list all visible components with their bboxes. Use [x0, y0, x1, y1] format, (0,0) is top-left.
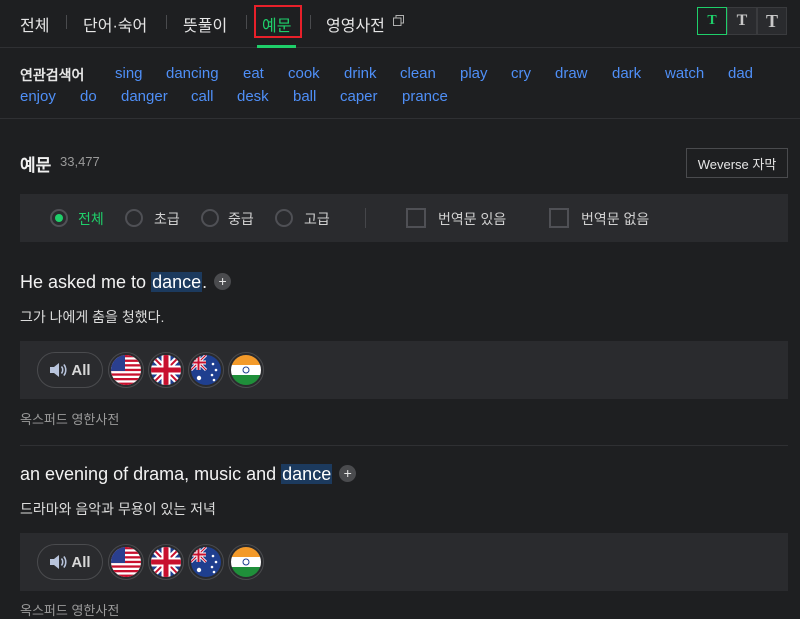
examples-title: 예문: [20, 156, 52, 175]
example-filter-bar: 전체 초급 중급 고급 번역문 있음 번역문 없음: [20, 194, 788, 242]
india-flag-icon[interactable]: [228, 352, 264, 388]
level-intermediate-radio[interactable]: [201, 209, 219, 227]
has-translation-checkbox[interactable]: [406, 208, 426, 228]
copy-icon[interactable]: [393, 15, 404, 26]
no-translation-label[interactable]: 번역문 없음: [581, 209, 649, 229]
tab-separator: [66, 15, 67, 29]
uk-flag-icon[interactable]: [148, 352, 184, 388]
font-size-large-button[interactable]: T: [757, 7, 787, 35]
level-all-radio[interactable]: [50, 209, 68, 227]
weverse-subtitle-button[interactable]: Weverse 자막: [686, 148, 788, 178]
us-flag-icon[interactable]: [108, 352, 144, 388]
highlighted-word[interactable]: dance: [281, 464, 333, 484]
related-keyword[interactable]: draw: [555, 65, 588, 82]
australia-flag-icon[interactable]: [188, 352, 224, 388]
related-keyword[interactable]: enjoy: [20, 88, 56, 105]
font-size-small-button[interactable]: T: [697, 7, 727, 35]
example-source: 옥스퍼드 영한사전: [20, 412, 120, 427]
australia-flag-icon[interactable]: [188, 544, 224, 580]
example-translation: 그가 나에게 춤을 청했다.: [20, 309, 165, 325]
related-keyword[interactable]: sing: [115, 65, 143, 82]
example-text: He asked me to: [20, 272, 152, 292]
related-keyword[interactable]: drink: [344, 65, 377, 82]
level-all-label[interactable]: 전체: [78, 209, 104, 229]
level-beginner-label[interactable]: 초급: [154, 209, 180, 229]
related-keyword[interactable]: dark: [612, 65, 641, 82]
related-keyword[interactable]: clean: [400, 65, 436, 82]
related-keyword[interactable]: watch: [665, 65, 704, 82]
tab-words-idioms[interactable]: 단어·숙어: [83, 12, 147, 36]
related-keyword[interactable]: ball: [293, 88, 316, 105]
pronunciation-bar: All: [20, 533, 788, 591]
related-keyword[interactable]: dancing: [166, 65, 219, 82]
speaker-icon: [50, 555, 67, 569]
example-sentence: an evening of drama, music and dance +: [20, 464, 357, 485]
active-tab-underline: [257, 45, 296, 48]
plus-icon[interactable]: +: [339, 464, 357, 482]
play-all-button[interactable]: All: [37, 544, 103, 580]
tab-all[interactable]: 전체: [20, 12, 49, 36]
search-tabs: 전체 단어·숙어 뜻풀이 예문 영영사전 T T T: [0, 0, 800, 48]
example-text: .: [202, 272, 208, 292]
related-keyword[interactable]: desk: [237, 88, 269, 105]
no-translation-checkbox[interactable]: [549, 208, 569, 228]
level-advanced-radio[interactable]: [275, 209, 293, 227]
related-keyword[interactable]: danger: [121, 88, 168, 105]
tab-separator: [166, 15, 167, 29]
plus-icon[interactable]: +: [214, 272, 232, 290]
play-all-label: All: [71, 553, 91, 571]
related-keyword[interactable]: caper: [340, 88, 378, 105]
related-keyword[interactable]: do: [80, 88, 97, 105]
play-all-button[interactable]: All: [37, 352, 103, 388]
related-keyword[interactable]: eat: [243, 65, 264, 82]
example-text: an evening of drama, music and: [20, 464, 282, 484]
level-intermediate-label[interactable]: 중급: [228, 209, 254, 229]
related-keyword[interactable]: dad: [728, 65, 753, 82]
examples-count: 33,477: [60, 154, 100, 169]
tab-separator: [310, 15, 311, 29]
has-translation-label[interactable]: 번역문 있음: [438, 209, 506, 229]
tab-meaning[interactable]: 뜻풀이: [183, 12, 227, 36]
font-size-toggle: T T T: [697, 7, 787, 35]
related-keyword[interactable]: cook: [288, 65, 320, 82]
highlighted-word[interactable]: dance: [151, 272, 203, 292]
related-keyword[interactable]: play: [460, 65, 488, 82]
section-divider: [0, 118, 800, 119]
play-all-label: All: [71, 361, 91, 379]
filter-separator: [365, 208, 366, 228]
related-keyword[interactable]: cry: [511, 65, 531, 82]
example-translation: 드라마와 음악과 무용이 있는 저녁: [20, 501, 216, 517]
tab-english-english[interactable]: 영영사전: [326, 12, 385, 36]
related-keyword[interactable]: prance: [402, 88, 448, 105]
uk-flag-icon[interactable]: [148, 544, 184, 580]
level-advanced-label[interactable]: 고급: [304, 209, 330, 229]
active-tab-highlight: [254, 5, 302, 38]
speaker-icon: [50, 363, 67, 377]
example-sentence: He asked me to dance. +: [20, 272, 232, 293]
us-flag-icon[interactable]: [108, 544, 144, 580]
related-search-title: 연관검색어: [20, 67, 85, 83]
tab-separator: [246, 15, 247, 29]
related-keyword[interactable]: call: [191, 88, 214, 105]
level-beginner-radio[interactable]: [125, 209, 143, 227]
example-source: 옥스퍼드 영한사전: [20, 603, 120, 618]
example-divider: [20, 445, 788, 446]
font-size-medium-button[interactable]: T: [727, 7, 757, 35]
pronunciation-bar: All: [20, 341, 788, 399]
india-flag-icon[interactable]: [228, 544, 264, 580]
